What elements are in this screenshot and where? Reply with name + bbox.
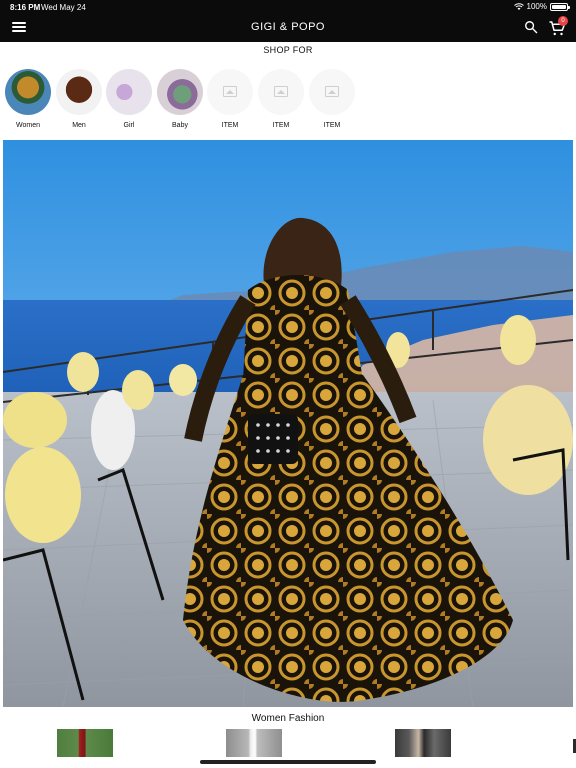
category-label: Men [72, 122, 86, 129]
wifi-icon [513, 2, 524, 10]
status-time: 8:16 PM [10, 3, 41, 12]
category-women-image [5, 69, 51, 115]
product-thumbnail[interactable] [57, 729, 113, 757]
home-indicator[interactable] [200, 760, 376, 764]
product-carousel [0, 729, 576, 757]
app-title: GIGI & POPO [251, 21, 325, 33]
category-label: ITEM [221, 122, 239, 129]
status-bar: 8:16 PM Wed May 24 100% [0, 0, 576, 14]
top-bar: 8:16 PM Wed May 24 100% GIGI & POPO 0 [0, 0, 576, 42]
category-item-3[interactable]: ITEM [307, 66, 357, 129]
status-right: 100% [513, 2, 570, 11]
cart-badge: 0 [558, 16, 568, 26]
battery-icon [550, 2, 570, 11]
category-girl-image [106, 69, 152, 115]
category-label: ITEM [323, 122, 341, 129]
category-label: Women [16, 122, 40, 129]
category-women[interactable]: Women [3, 66, 53, 129]
status-date: Wed May 24 [41, 3, 86, 12]
category-list: Women Men Girl Baby ITEM ITEM ITEM [0, 66, 576, 132]
category-label: Baby [172, 122, 188, 129]
image-placeholder-icon [258, 69, 304, 115]
category-label: Girl [123, 122, 135, 129]
category-baby[interactable]: Baby [155, 66, 205, 129]
image-placeholder-icon [309, 69, 355, 115]
hero-banner[interactable] [3, 140, 573, 707]
search-icon[interactable] [524, 20, 538, 34]
image-placeholder-icon [207, 69, 253, 115]
product-thumbnail[interactable] [226, 729, 282, 757]
battery-percent: 100% [526, 2, 547, 11]
category-baby-image [157, 69, 203, 115]
category-label: ITEM [272, 122, 290, 129]
product-thumbnail[interactable] [395, 729, 451, 757]
hero-banner-image [3, 140, 573, 707]
shop-for-heading: SHOP FOR [263, 45, 313, 55]
app-header: GIGI & POPO 0 [0, 14, 576, 42]
category-item-1[interactable]: ITEM [205, 66, 255, 129]
app-screen: 8:16 PM Wed May 24 100% GIGI & POPO 0 SH… [0, 0, 576, 768]
category-men-image [56, 69, 102, 115]
category-girl[interactable]: Girl [104, 66, 154, 129]
category-item-2[interactable]: ITEM [256, 66, 306, 129]
category-men[interactable]: Men [54, 66, 104, 129]
section-title: Women Fashion [251, 713, 325, 724]
